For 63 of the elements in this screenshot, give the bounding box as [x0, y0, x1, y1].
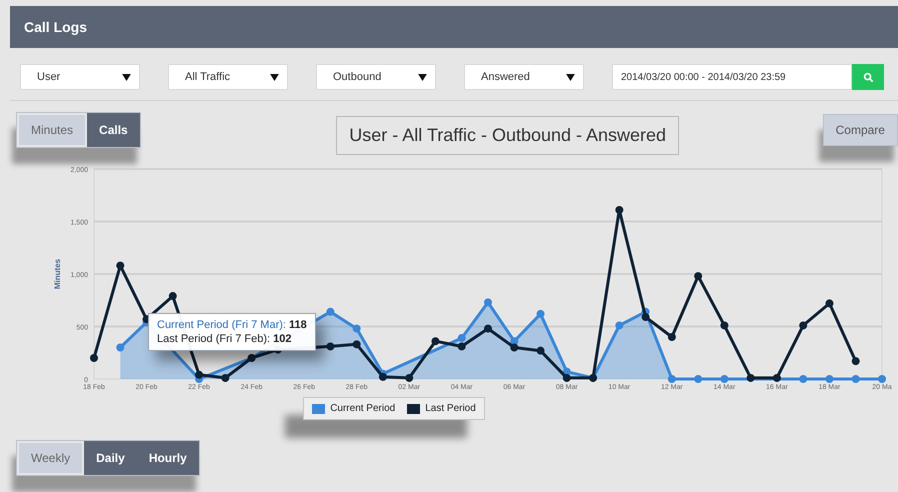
point — [510, 344, 518, 352]
axis-title: Minutes — [53, 258, 62, 290]
window-title: Call Logs — [24, 19, 88, 35]
point — [642, 313, 650, 322]
search-button[interactable] — [852, 64, 884, 90]
point — [825, 375, 834, 383]
point — [720, 375, 728, 383]
point — [168, 292, 177, 300]
point — [562, 374, 571, 382]
point — [668, 375, 676, 383]
point — [799, 375, 808, 383]
point — [615, 321, 624, 330]
toggle-tab[interactable]: Minutes — [17, 113, 88, 147]
point — [799, 321, 808, 330]
point — [326, 342, 334, 350]
legend-label: Last Period — [425, 403, 476, 414]
caret-icon — [122, 74, 131, 80]
point — [116, 344, 124, 352]
compare-button[interactable]: Compare — [822, 114, 898, 146]
point — [852, 357, 860, 366]
chart-title: User - All Traffic - Outbound - Answered — [336, 116, 680, 155]
dropdown[interactable]: Answered — [464, 64, 584, 90]
legend-label: Current Period — [330, 403, 396, 414]
point — [326, 308, 334, 316]
caret-icon — [270, 74, 279, 80]
date-range-field[interactable]: 2014/03/20 00:00 - 2014/03/20 23:59 — [612, 64, 852, 90]
point — [746, 374, 755, 382]
point — [221, 374, 230, 382]
dropdown[interactable]: All Traffic — [168, 64, 288, 90]
point — [458, 334, 466, 342]
point — [615, 206, 624, 214]
dropdown[interactable]: Outbound — [316, 64, 436, 90]
point — [195, 370, 204, 379]
point — [536, 346, 545, 355]
point — [431, 337, 440, 346]
tooltip-text: Last Period (Fri 7 Feb): 102 — [157, 332, 293, 346]
point — [484, 298, 492, 306]
toggle-tab[interactable]: Calls — [87, 113, 140, 147]
tooltip-text: Current Period (Fri 7 Mar): 118 — [157, 318, 307, 332]
point — [484, 324, 492, 333]
point — [852, 375, 860, 383]
point — [352, 324, 361, 333]
point — [825, 299, 834, 308]
caret-icon — [566, 74, 575, 80]
point — [536, 310, 545, 318]
point — [378, 372, 387, 381]
point — [352, 340, 361, 348]
search-icon — [862, 72, 874, 82]
caret-icon — [418, 74, 427, 80]
point — [720, 321, 728, 330]
point — [878, 375, 886, 383]
point — [694, 375, 702, 383]
point — [772, 374, 781, 382]
point — [694, 272, 702, 280]
point — [90, 354, 98, 362]
dropdown[interactable]: User — [20, 64, 140, 90]
point — [405, 374, 414, 382]
toggle-tab[interactable]: Weekly — [17, 441, 84, 475]
toggle-tab[interactable]: Daily — [84, 441, 137, 475]
toggle-tab[interactable]: Hourly — [136, 441, 199, 475]
point — [116, 262, 124, 270]
point — [458, 342, 466, 350]
point — [668, 333, 676, 341]
